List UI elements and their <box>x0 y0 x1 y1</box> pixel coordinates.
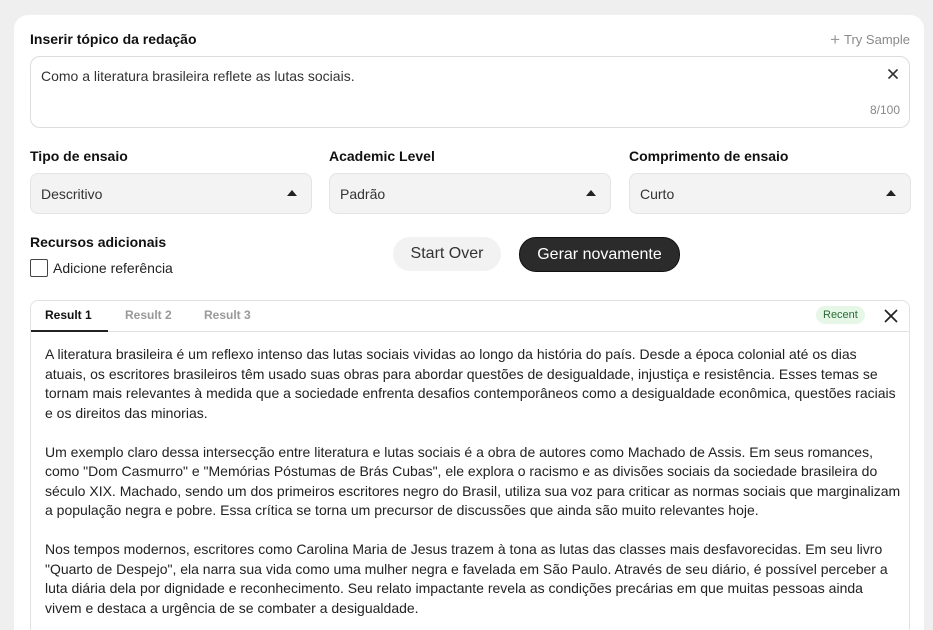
essay-length-value: Curto <box>640 186 675 202</box>
topic-textarea[interactable]: Como a literatura brasileira reflete as … <box>30 56 910 128</box>
topic-label: Inserir tópico da redação <box>30 31 197 47</box>
start-over-button[interactable]: Start Over <box>393 237 501 271</box>
add-reference-label[interactable]: Adicione referência <box>53 260 173 276</box>
result-panel: Result 1 Result 2 Result 3 Recent A lite… <box>30 300 910 630</box>
close-icon[interactable] <box>885 66 901 82</box>
caret-up-icon <box>287 190 297 196</box>
char-counter: 8/100 <box>869 103 900 117</box>
tab-result-2[interactable]: Result 2 <box>125 308 172 322</box>
close-icon[interactable] <box>883 308 899 324</box>
result-paragraph: Um exemplo claro dessa intersecção entre… <box>45 443 901 519</box>
active-tab-indicator <box>31 330 108 332</box>
essay-type-label: Tipo de ensaio <box>30 148 128 164</box>
plus-icon: + <box>830 30 841 49</box>
essay-length-label: Comprimento de ensaio <box>629 148 789 164</box>
essay-type-select[interactable]: Descritivo <box>30 173 312 214</box>
topic-input-value[interactable]: Como a literatura brasileira reflete as … <box>41 68 861 84</box>
academic-level-value: Padrão <box>340 186 386 202</box>
academic-level-label: Academic Level <box>329 148 435 164</box>
result-paragraph: A literatura brasileira é um reflexo int… <box>45 346 896 421</box>
tab-result-3[interactable]: Result 3 <box>204 308 251 322</box>
essay-length-select[interactable]: Curto <box>629 173 911 214</box>
result-paragraph: Nos tempos modernos, escritores como Car… <box>45 541 888 616</box>
essay-type-value: Descritivo <box>41 186 103 202</box>
essay-generator-card: Inserir tópico da redação + Try Sample C… <box>14 15 924 630</box>
result-content: A literatura brasileira é um reflexo int… <box>45 345 901 630</box>
academic-level-select[interactable]: Padrão <box>329 173 611 214</box>
add-reference-checkbox[interactable] <box>30 259 48 277</box>
resources-label: Recursos adicionais <box>30 234 167 250</box>
try-sample-label: Try Sample <box>844 32 910 47</box>
regenerate-button[interactable]: Gerar novamente <box>519 237 680 272</box>
caret-up-icon <box>586 190 596 196</box>
result-tabs: Result 1 Result 2 Result 3 Recent <box>31 301 909 332</box>
try-sample-button[interactable]: + Try Sample <box>830 31 910 48</box>
recent-badge: Recent <box>816 306 865 324</box>
caret-up-icon <box>886 190 896 196</box>
tab-result-1[interactable]: Result 1 <box>45 308 92 322</box>
